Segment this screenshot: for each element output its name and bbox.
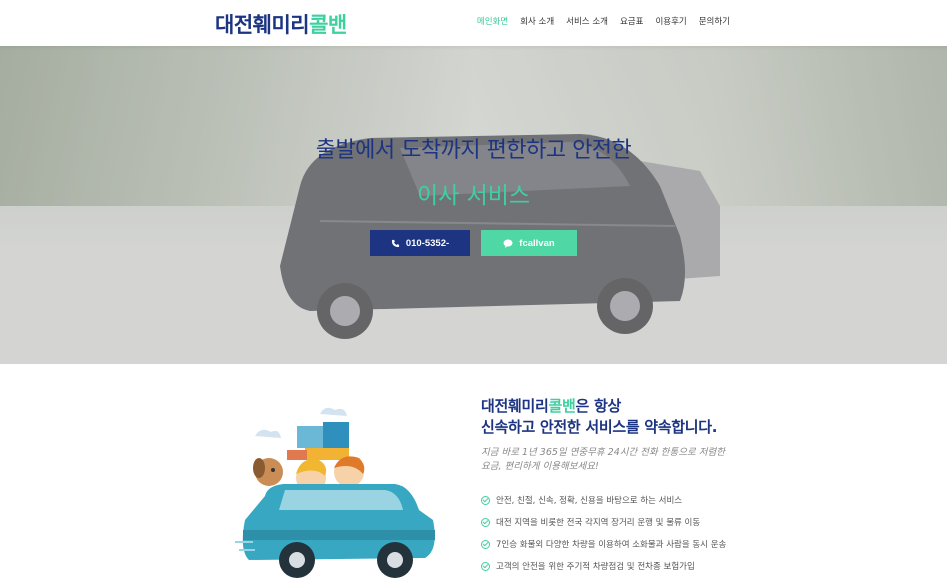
nav-item-services[interactable]: 서비스 소개: [566, 15, 608, 27]
hero-subtitle: 이사 서비스: [416, 183, 531, 209]
hero-title: 출발에서 도착까지 편한하고 안전한: [315, 138, 632, 163]
check-circle-icon: [481, 561, 490, 571]
check-circle-icon: [481, 517, 490, 527]
site-logo[interactable]: 대전훼미리콜밴: [215, 9, 347, 39]
check-circle-icon: [481, 539, 490, 549]
about-title-suffix: 은 항상: [575, 397, 622, 415]
main-nav: 메인화면 회사 소개 서비스 소개 요금표 이용후기 문의하기: [477, 15, 730, 27]
feature-text: 7인승 화물외 다양한 차량을 이용하여 소화물과 사람을 동시 운송: [496, 540, 727, 550]
about-description: 지금 바로 1년 365일 연중무휴 24시간 전화 한통으로 저렴한 요금, …: [481, 447, 725, 472]
phone-icon: [391, 239, 399, 247]
phone-call-button[interactable]: 010-5352-: [370, 230, 470, 256]
feature-text: 고객의 안전을 위한 주기적 차량점검 및 전차종 보험가입: [496, 562, 695, 572]
kakao-id-label: fcallvan: [519, 237, 555, 249]
nav-item-about[interactable]: 회사 소개: [520, 15, 554, 27]
logo-text-accent: 콜밴: [309, 13, 347, 37]
kakao-talk-button[interactable]: fcallvan: [481, 230, 577, 256]
feature-item: 7인승 화물외 다양한 차량을 이용하여 소화물과 사람을 동시 운송: [481, 533, 726, 555]
logo-text-main: 대전훼미리: [215, 13, 310, 37]
check-circle-icon: [481, 495, 490, 505]
chat-bubble-icon: [503, 239, 513, 248]
site-header: 대전훼미리콜밴 메인화면 회사 소개 서비스 소개 요금표 이용후기 문의하기: [0, 0, 947, 46]
feature-item: 대전 지역을 비롯한 전국 각지역 장거리 운행 및 물류 이동: [481, 511, 726, 533]
nav-item-reviews[interactable]: 이용후기: [655, 15, 686, 27]
about-title-line2: 신속하고 안전한 서비스를 약속합니다.: [481, 418, 718, 436]
feature-text: 안전, 친절, 신속, 정확, 신용을 바탕으로 하는 서비스: [496, 496, 683, 506]
family-car-illustration: [235, 407, 435, 578]
feature-text: 대전 지역을 비롯한 전국 각지역 장거리 운행 및 물류 이동: [496, 518, 701, 528]
hero-section: 출발에서 도착까지 편한하고 안전한 이사 서비스 010-5352- fcal…: [0, 46, 947, 364]
about-title-brand: 대전훼미리: [481, 397, 549, 415]
about-title-brand-accent: 콜밴: [548, 397, 576, 415]
nav-item-home[interactable]: 메인화면: [477, 15, 508, 27]
about-title: 대전훼미리콜밴은 항상 신속하고 안전한 서비스를 약속합니다.: [481, 396, 717, 438]
nav-item-pricing[interactable]: 요금표: [620, 15, 643, 27]
feature-item: 고객의 안전을 위한 주기적 차량점검 및 전차종 보험가입: [481, 555, 726, 577]
nav-item-contact[interactable]: 문의하기: [699, 15, 730, 27]
feature-item: 안전, 친절, 신속, 정확, 신용을 바탕으로 하는 서비스: [481, 489, 726, 511]
feature-list: 안전, 친절, 신속, 정확, 신용을 바탕으로 하는 서비스 대전 지역을 비…: [481, 489, 726, 577]
phone-number-label: 010-5352-: [405, 237, 450, 249]
